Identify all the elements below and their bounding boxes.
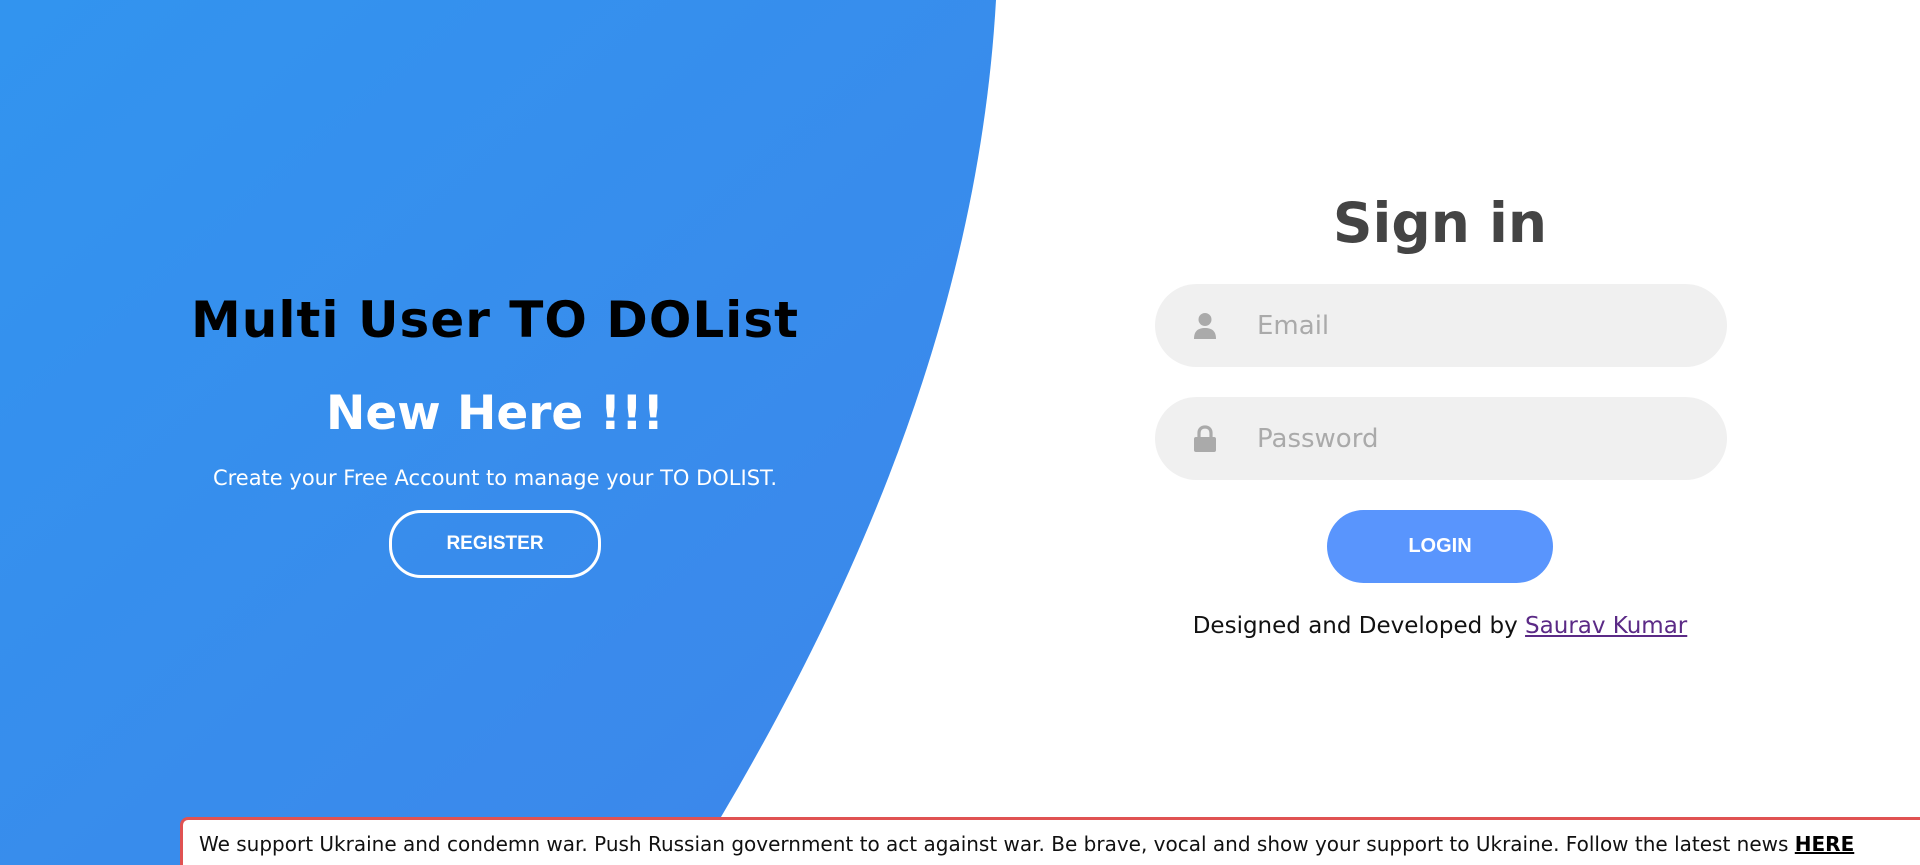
login-button[interactable]: LOGIN bbox=[1327, 510, 1553, 583]
credit-prefix: Designed and Developed by bbox=[1192, 613, 1526, 639]
app-title: Multi User TO DOList bbox=[191, 291, 799, 349]
register-description: Create your Free Account to manage your … bbox=[212, 465, 778, 490]
ukraine-support-banner: We support Ukraine and condemn war. Push… bbox=[180, 817, 1920, 865]
credit-line: Designed and Developed by Saurav Kumar bbox=[1150, 613, 1730, 639]
signin-title: Sign in bbox=[1332, 191, 1548, 255]
banner-text: We support Ukraine and condemn war. Push… bbox=[199, 832, 1795, 856]
email-field-container bbox=[1155, 284, 1727, 367]
lock-icon bbox=[1155, 424, 1255, 453]
register-button[interactable]: REGISTER bbox=[389, 509, 601, 578]
password-input[interactable] bbox=[1255, 422, 1699, 455]
user-icon bbox=[1155, 312, 1255, 340]
author-link[interactable]: Saurav Kumar bbox=[1525, 613, 1687, 639]
page: Multi User TO DOList New Here !!! Create… bbox=[0, 0, 1920, 865]
email-input[interactable] bbox=[1255, 309, 1699, 342]
register-panel: Multi User TO DOList New Here !!! Create… bbox=[90, 290, 900, 578]
signin-form: Sign in LOGIN Designed and Developed by bbox=[1150, 190, 1730, 639]
new-here-heading: New Here !!! bbox=[326, 386, 664, 441]
banner-news-link[interactable]: HERE bbox=[1795, 832, 1854, 856]
password-field-container bbox=[1155, 397, 1727, 480]
